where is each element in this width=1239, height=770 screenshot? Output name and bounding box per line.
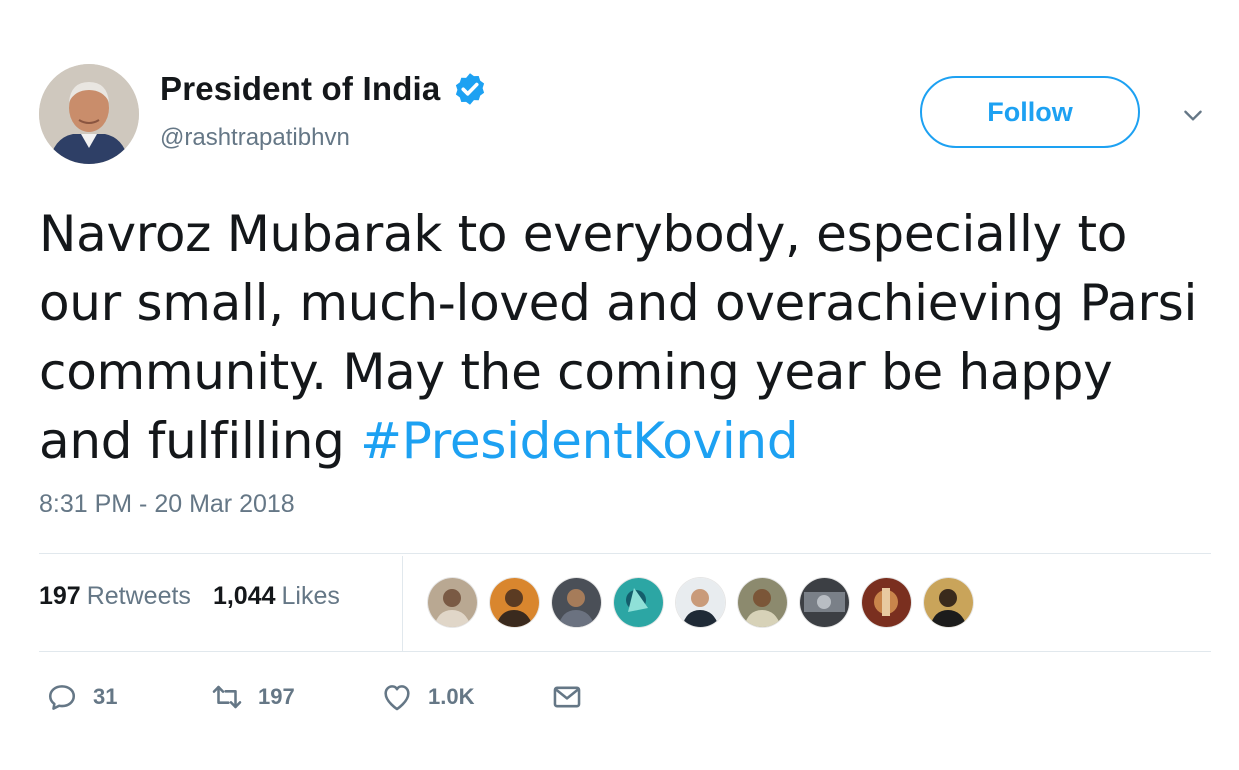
avatar-image: [39, 64, 139, 164]
liker-avatar[interactable]: [428, 578, 477, 627]
heart-icon: [384, 685, 410, 711]
liker-avatar[interactable]: [800, 578, 849, 627]
liker-avatar[interactable]: [738, 578, 787, 627]
retweet-count: 197: [258, 684, 295, 709]
liker-avatar[interactable]: [490, 578, 539, 627]
reply-button[interactable]: 31: [45, 680, 210, 714]
retweets-count: 197: [39, 582, 81, 610]
tweet-action-bar: 31 197 1.0K: [45, 680, 584, 714]
hashtag-link[interactable]: #PresidentKovind: [360, 412, 798, 470]
follow-button[interactable]: Follow: [920, 76, 1140, 148]
tweet-text: Navroz Mubarak to everybody, especially …: [39, 200, 1209, 476]
verified-badge-icon: [456, 73, 485, 105]
stats-separator: [402, 556, 403, 651]
retweet-button[interactable]: 197: [210, 680, 380, 714]
tweet-timestamp[interactable]: 8:31 PM - 20 Mar 2018: [39, 490, 295, 519]
liker-avatar[interactable]: [862, 578, 911, 627]
likes-label: Likes: [281, 582, 340, 610]
liker-avatar[interactable]: [676, 578, 725, 627]
tweet-stats: 197 Retweets 1,044 Likes: [39, 582, 362, 611]
liker-avatar[interactable]: [552, 578, 601, 627]
user-handle[interactable]: @rashtrapatibhvn: [160, 124, 350, 152]
retweets-label: Retweets: [86, 582, 191, 610]
likers-avatar-list: [428, 578, 973, 627]
likes-count: 1,044: [212, 582, 276, 610]
direct-message-button[interactable]: [550, 680, 584, 714]
liker-avatar[interactable]: [924, 578, 973, 627]
likes-stat[interactable]: 1,044 Likes: [213, 582, 340, 611]
mail-icon: [553, 686, 581, 708]
user-name-row: President of India: [160, 70, 488, 108]
divider-top: [39, 553, 1211, 554]
retweet-icon: [212, 685, 242, 709]
reply-count: 31: [93, 684, 118, 709]
like-count: 1.0K: [428, 684, 475, 709]
chevron-down-icon[interactable]: [1180, 102, 1206, 128]
profile-avatar[interactable]: [39, 64, 139, 164]
like-button[interactable]: 1.0K: [380, 680, 550, 714]
reply-icon: [48, 685, 76, 710]
display-name[interactable]: President of India: [160, 70, 440, 108]
retweets-stat[interactable]: 197 Retweets: [39, 582, 191, 611]
divider-bottom: [39, 651, 1211, 652]
liker-avatar[interactable]: [614, 578, 663, 627]
